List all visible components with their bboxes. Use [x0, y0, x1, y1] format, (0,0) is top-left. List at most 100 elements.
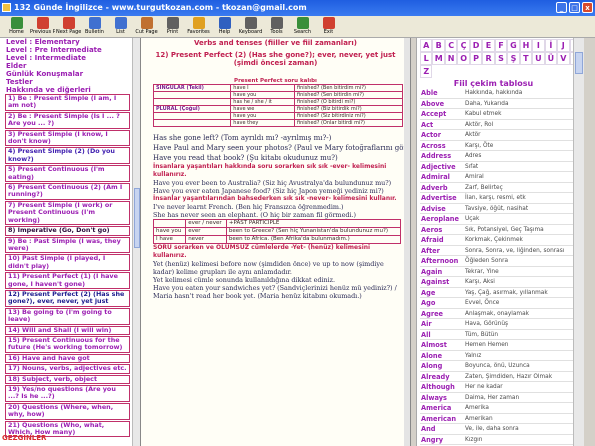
- toolbar-print-button[interactable]: Print: [160, 16, 185, 38]
- alphabet-letter[interactable]: C: [444, 39, 458, 52]
- alphabet-letter[interactable]: T: [519, 52, 533, 65]
- verb-row[interactable]: Air Hava, Görünüş: [420, 319, 582, 330]
- verb-row[interactable]: Above Daha, Yukarıda: [420, 99, 582, 109]
- toolbar-favorites-button[interactable]: Favorites: [186, 16, 211, 38]
- toolbar-help-button[interactable]: Help: [212, 16, 237, 38]
- verb-row[interactable]: Again Tekrar, Yine: [420, 267, 582, 277]
- lesson-link[interactable]: 1) Be : Present Simple (I am, I am not): [5, 94, 130, 111]
- alphabet-letter[interactable]: P: [469, 52, 483, 65]
- verb-row[interactable]: Almost Hemen Hemen: [420, 340, 582, 351]
- maximize-button[interactable]: □: [569, 2, 580, 13]
- lesson-link[interactable]: 12) Present Perfect (2) (Has she gone?),…: [5, 289, 130, 307]
- alphabet-letter[interactable]: U: [532, 52, 545, 65]
- scroll-thumb[interactable]: [134, 188, 140, 248]
- lesson-link[interactable]: 16) Have and have got: [5, 353, 130, 364]
- lesson-link[interactable]: 15) Present Continuous for the future (H…: [5, 335, 130, 353]
- verb-row[interactable]: Adjective Sıfat: [420, 162, 582, 172]
- alphabet-letter[interactable]: Ç: [457, 39, 470, 52]
- lesson-link[interactable]: 14) Will and Shall (I will win): [5, 325, 130, 335]
- level-link[interactable]: Level : Elementary: [0, 38, 140, 46]
- verb-row[interactable]: Agree Anlaşmak, onaylamak: [420, 309, 582, 319]
- lesson-link[interactable]: 10) Past Simple (I played, I didn't play…: [5, 254, 130, 272]
- alphabet-letter[interactable]: O: [457, 52, 470, 65]
- verb-row[interactable]: Alone Yalnız: [420, 351, 582, 361]
- alphabet-letter[interactable]: Ü: [544, 52, 558, 65]
- lesson-link[interactable]: 5) Present Continuous (I'm eating): [5, 165, 130, 183]
- verb-row[interactable]: Angry Kızgın: [420, 435, 582, 445]
- alphabet-letter[interactable]: I: [532, 39, 545, 52]
- toolbar-home-button[interactable]: Home: [4, 16, 29, 38]
- alphabet-letter[interactable]: A: [420, 39, 433, 52]
- alphabet-letter[interactable]: İ: [544, 39, 558, 52]
- verb-row[interactable]: American Amerikan: [420, 414, 582, 424]
- verb-row[interactable]: Actor Aktör: [420, 130, 582, 141]
- lesson-link[interactable]: 9) Be : Past Simple (I was, they were): [5, 236, 130, 254]
- verb-row[interactable]: Advise Tavsiye, öğüt, nasihat: [420, 204, 582, 214]
- toolbar-cut-page-button[interactable]: Cut Page: [134, 16, 159, 38]
- verb-row[interactable]: Able Hakkında, hakkında: [420, 88, 582, 99]
- alphabet-letter[interactable]: M: [432, 52, 445, 65]
- lesson-link[interactable]: 18) Subject, verb, object: [5, 374, 130, 384]
- toolbar-search-button[interactable]: Search: [290, 16, 315, 38]
- alphabet-letter[interactable]: F: [494, 39, 508, 52]
- alphabet-letter[interactable]: G: [507, 39, 520, 52]
- level-link[interactable]: Level : Intermediate: [0, 54, 140, 62]
- level-link[interactable]: Hakkında ve diğerleri: [0, 86, 140, 94]
- alphabet-letter[interactable]: V: [557, 52, 570, 65]
- verb-row[interactable]: Act Aktör, Rol: [420, 120, 582, 130]
- alphabet-letter[interactable]: B: [432, 39, 445, 52]
- alphabet-letter[interactable]: N: [444, 52, 458, 65]
- verb-row[interactable]: Afternoon Öğleden Sonra: [420, 256, 582, 267]
- lesson-link[interactable]: 20) Questions (Where, when, why, how): [5, 402, 130, 420]
- verb-row[interactable]: Across Karşı, Öte: [420, 141, 582, 151]
- level-link[interactable]: Testler: [0, 78, 140, 86]
- verb-row[interactable]: Aeroplane Uçak: [420, 214, 582, 225]
- verb-row[interactable]: Aeros Sık, Potansiyel, Geç Taşıma: [420, 225, 582, 235]
- toolbar-back-button[interactable]: Previous Page: [30, 16, 55, 38]
- alphabet-letter[interactable]: Ş: [507, 52, 520, 65]
- lesson-link[interactable]: 13) Be going to (I'm going to leave): [5, 307, 130, 325]
- verb-row[interactable]: Along Boyunca, önü, Uzunca: [420, 361, 582, 372]
- alphabet-letter[interactable]: Z: [420, 65, 433, 78]
- verb-row[interactable]: Admiral Amiral: [420, 172, 582, 183]
- lesson-link[interactable]: 3) Present Simple (I know, I don't know): [5, 129, 130, 147]
- level-link[interactable]: Günlük Konuşmalar: [0, 70, 140, 78]
- verb-row[interactable]: America Amerika: [420, 403, 582, 414]
- close-button[interactable]: x: [582, 2, 593, 13]
- toolbar-tools-button[interactable]: Tools: [264, 16, 289, 38]
- alphabet-letter[interactable]: J: [557, 39, 570, 52]
- verb-row[interactable]: Accept Kabul etmek: [420, 109, 582, 120]
- verb-row[interactable]: Adverb Zarf, Belirteç: [420, 183, 582, 193]
- verb-row[interactable]: Against Karşı, Aksi: [420, 277, 582, 288]
- alphabet-letter[interactable]: R: [482, 52, 495, 65]
- level-link[interactable]: Elder: [0, 62, 140, 70]
- level-link[interactable]: Level : Pre Intermediate: [0, 46, 140, 54]
- verb-row[interactable]: Address Adres: [420, 151, 582, 162]
- lesson-link[interactable]: 11) Present Perfect (1) (I have gone, I …: [5, 272, 130, 289]
- dictionary-scrollbar[interactable]: [573, 38, 584, 446]
- verb-row[interactable]: Although Her ne kadar: [420, 382, 582, 393]
- alphabet-letter[interactable]: H: [519, 39, 533, 52]
- verb-row[interactable]: And Ve, ile, daha sonra: [420, 424, 582, 435]
- alphabet-letter[interactable]: L: [420, 52, 433, 65]
- lesson-link[interactable]: 6) Present Continuous (2) (Am I running?…: [5, 183, 130, 200]
- lesson-link[interactable]: 17) Nouns, verbs, adjectives etc.: [5, 364, 130, 374]
- verb-row[interactable]: Advertise İlan, karşı, resmi, etk: [420, 193, 582, 204]
- lesson-link[interactable]: 7) Present Simple (I work) or Present Co…: [5, 200, 130, 226]
- lesson-scrollbar[interactable]: [132, 38, 140, 446]
- lesson-link[interactable]: 19) Yes/no questions (Are you ...? Is he…: [5, 385, 130, 402]
- lesson-link[interactable]: 2) Be : Present Simple (Is I ... ? Are y…: [5, 111, 130, 129]
- toolbar-list-button[interactable]: List: [108, 16, 133, 38]
- alphabet-letter[interactable]: E: [482, 39, 495, 52]
- verb-row[interactable]: Age Yaş, Çağ, asırmak, yıllanmak: [420, 288, 582, 298]
- scroll-thumb[interactable]: [575, 52, 583, 74]
- alphabet-letter[interactable]: S: [494, 52, 508, 65]
- verb-row[interactable]: Already Zaten, Şimdiden, Hazır Olmak: [420, 372, 582, 382]
- verb-row[interactable]: After Sonra, Sonra, ve, liğinden, sonrası: [420, 246, 582, 256]
- lesson-link[interactable]: 4) Present Simple (2) (Do you know?): [5, 147, 130, 165]
- toolbar-keyboard-button[interactable]: Keyboard: [238, 16, 263, 38]
- lesson-link[interactable]: 8) Imperative (Go, Don't go): [5, 226, 130, 236]
- verb-row[interactable]: All Tüm, Bütün: [420, 330, 582, 340]
- minimize-button[interactable]: _: [556, 2, 567, 13]
- toolbar-bulletin-button[interactable]: Bulletin: [82, 16, 107, 38]
